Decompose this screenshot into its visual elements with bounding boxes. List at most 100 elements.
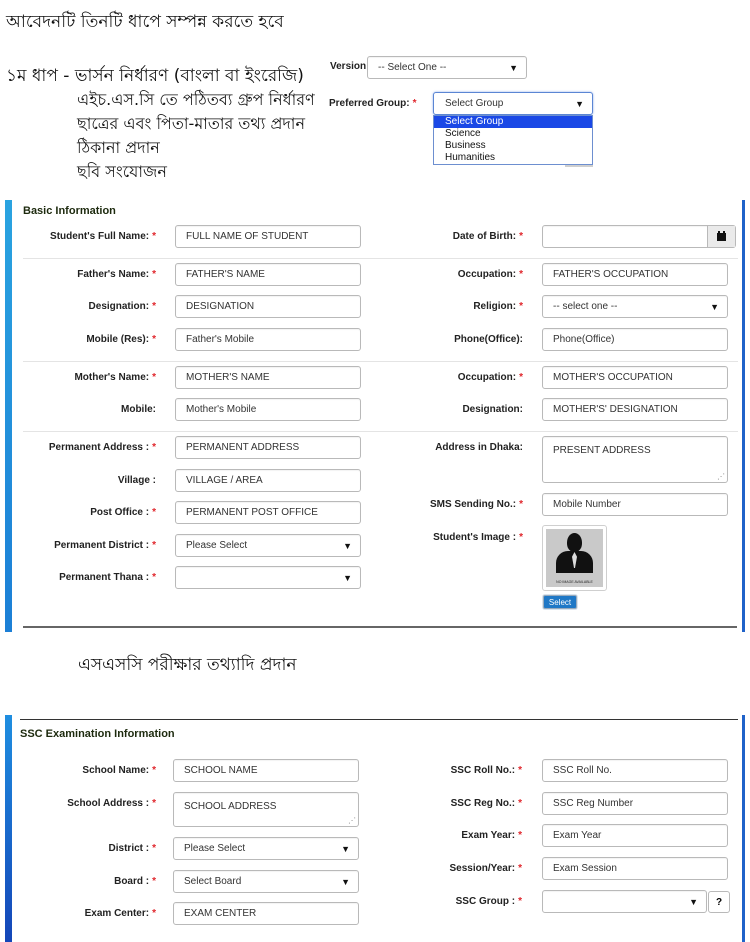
version-select[interactable]: -- Select One -- ▼	[367, 56, 527, 79]
father-occupation-label: Occupation: *	[457, 269, 523, 280]
board-select[interactable]: Select Board ▼	[173, 870, 359, 893]
preferred-group-options: Select Group Science Business Humanities	[433, 115, 593, 165]
exam-year-input[interactable]: Exam Year	[542, 824, 728, 847]
panel-left-border	[5, 715, 12, 942]
chevron-down-icon: ▼	[343, 540, 352, 551]
steps-list: এইচ.এস.সি তে পঠিতব্য গ্রুপ নির্ধারণ ছাত্…	[77, 88, 315, 184]
exam-center-label: Exam Center: *	[84, 908, 156, 919]
input-value: DESIGNATION	[186, 301, 255, 312]
section-top-line	[20, 719, 738, 720]
district-select[interactable]: Please Select ▼	[173, 837, 359, 860]
father-mobile-input[interactable]: Father's Mobile	[175, 328, 361, 351]
ssc-roll-input[interactable]: SSC Roll No.	[542, 759, 728, 782]
school-address-textarea[interactable]: SCHOOL ADDRESS ⋰	[173, 792, 359, 827]
input-value: PERMANENT ADDRESS	[186, 442, 300, 453]
date-picker-button[interactable]	[707, 226, 735, 247]
permanent-district-label: Permanent District : *	[54, 540, 156, 551]
post-office-input[interactable]: PERMANENT POST OFFICE	[175, 501, 361, 524]
step-item: ছাত্রের এবং পিতা-মাতার তথ্য প্রদান	[77, 114, 306, 133]
option-business[interactable]: Business	[434, 140, 592, 152]
resize-grip-icon[interactable]: ⋰	[348, 816, 356, 825]
ssc-group-label: SSC Group : *	[455, 896, 522, 907]
input-value: Father's Mobile	[186, 334, 255, 345]
ssc-information-title: SSC Examination Information	[20, 728, 175, 740]
mother-occupation-input[interactable]: MOTHER'S OCCUPATION	[542, 366, 728, 389]
religion-label: Religion: *	[473, 301, 523, 312]
father-mobile-label: Mobile (Res): *	[86, 334, 156, 345]
input-value: MOTHER'S NAME	[186, 372, 270, 383]
student-name-input[interactable]: FULL NAME OF STUDENT	[175, 225, 361, 248]
sms-number-input[interactable]: Mobile Number	[542, 493, 728, 516]
mother-mobile-input[interactable]: Mother's Mobile	[175, 398, 361, 421]
step-item: ছবি সংযোজন	[77, 162, 167, 181]
permanent-thana-label: Permanent Thana : *	[59, 572, 156, 583]
resize-grip-icon[interactable]: ⋰	[717, 472, 725, 481]
phone-office-input[interactable]: Phone(Office)	[542, 328, 728, 351]
dob-input[interactable]	[542, 225, 736, 248]
option-select-group[interactable]: Select Group	[434, 116, 592, 128]
chevron-down-icon: ▼	[341, 876, 350, 887]
mother-name-label: Mother's Name: *	[74, 372, 156, 383]
address-dhaka-textarea[interactable]: PRESENT ADDRESS ⋰	[542, 436, 728, 483]
address-dhaka-label: Address in Dhaka:	[435, 442, 523, 453]
divider	[23, 361, 738, 362]
father-designation-input[interactable]: DESIGNATION	[175, 295, 361, 318]
step-item: ঠিকানা প্রদান	[77, 138, 160, 157]
permanent-district-select[interactable]: Please Select ▼	[175, 534, 361, 557]
mother-designation-label: Designation:	[462, 404, 523, 415]
chevron-down-icon: ▼	[509, 62, 518, 73]
mother-mobile-label: Mobile:	[121, 404, 156, 415]
father-name-input[interactable]: FATHER'S NAME	[175, 263, 361, 286]
chevron-down-icon: ▼	[343, 572, 352, 583]
input-value: SSC Roll No.	[553, 765, 612, 776]
mother-occupation-label: Occupation: *	[457, 372, 523, 383]
exam-center-input[interactable]: EXAM CENTER	[173, 902, 359, 925]
input-value: SCHOOL NAME	[184, 765, 258, 776]
school-name-input[interactable]: SCHOOL NAME	[173, 759, 359, 782]
select-value: Please Select	[184, 843, 246, 854]
board-label: Board : *	[114, 876, 156, 887]
permanent-thana-select[interactable]: ▼	[175, 566, 361, 589]
input-value: PRESENT ADDRESS	[553, 445, 651, 456]
ssc-roll-label: SSC Roll No.: *	[450, 765, 522, 776]
preferred-group-select[interactable]: Select Group ▼	[433, 92, 593, 115]
input-value: PERMANENT POST OFFICE	[186, 507, 318, 518]
religion-select[interactable]: -- select one -- ▼	[542, 295, 728, 318]
option-humanities[interactable]: Humanities	[434, 152, 592, 164]
session-label: Session/Year: *	[449, 863, 523, 874]
father-occupation-input[interactable]: FATHER'S OCCUPATION	[542, 263, 728, 286]
student-name-label: Student's Full Name: *	[50, 231, 156, 242]
chevron-down-icon: ▼	[710, 301, 719, 312]
mother-name-input[interactable]: MOTHER'S NAME	[175, 366, 361, 389]
version-value: -- Select One --	[378, 62, 447, 73]
select-value: Select Board	[184, 876, 242, 887]
preferred-group-value: Select Group	[445, 98, 504, 109]
option-science[interactable]: Science	[434, 128, 592, 140]
input-value: Mobile Number	[553, 499, 621, 510]
input-value: Phone(Office)	[553, 334, 615, 345]
step-1-text: ১ম ধাপ - ভার্সন নির্ধারণ (বাংলা বা ইংরেজ…	[6, 66, 304, 86]
input-value: FATHER'S NAME	[186, 269, 265, 280]
village-input[interactable]: VILLAGE / AREA	[175, 469, 361, 492]
permanent-address-input[interactable]: PERMANENT ADDRESS	[175, 436, 361, 459]
sms-number-label: SMS Sending No.: *	[429, 499, 523, 510]
select-image-button[interactable]: Select	[543, 595, 577, 609]
ssc-group-select[interactable]: ▼	[542, 890, 707, 913]
ssc-group-help-button[interactable]: ?	[708, 891, 730, 913]
basic-information-title: Basic Information	[23, 205, 116, 217]
village-label: Village :	[117, 475, 156, 486]
district-label: District : *	[108, 843, 156, 854]
ssc-reg-input[interactable]: SSC Reg Number	[542, 792, 728, 815]
input-value: SSC Reg Number	[553, 798, 634, 809]
section-divider	[23, 626, 737, 628]
panel-right-border	[742, 715, 745, 942]
session-input[interactable]: Exam Session	[542, 857, 728, 880]
ssc-reg-label: SSC Reg No.: *	[450, 798, 522, 809]
mother-designation-input[interactable]: MOTHER'S' DESIGNATION	[542, 398, 728, 421]
father-name-label: Father's Name: *	[77, 269, 156, 280]
no-image-caption: NO IMAGE AVAILABLE	[556, 580, 593, 584]
dob-label: Date of Birth: *	[452, 231, 523, 242]
input-value: EXAM CENTER	[184, 908, 257, 919]
chevron-down-icon: ▼	[341, 843, 350, 854]
calendar-icon	[717, 230, 726, 241]
